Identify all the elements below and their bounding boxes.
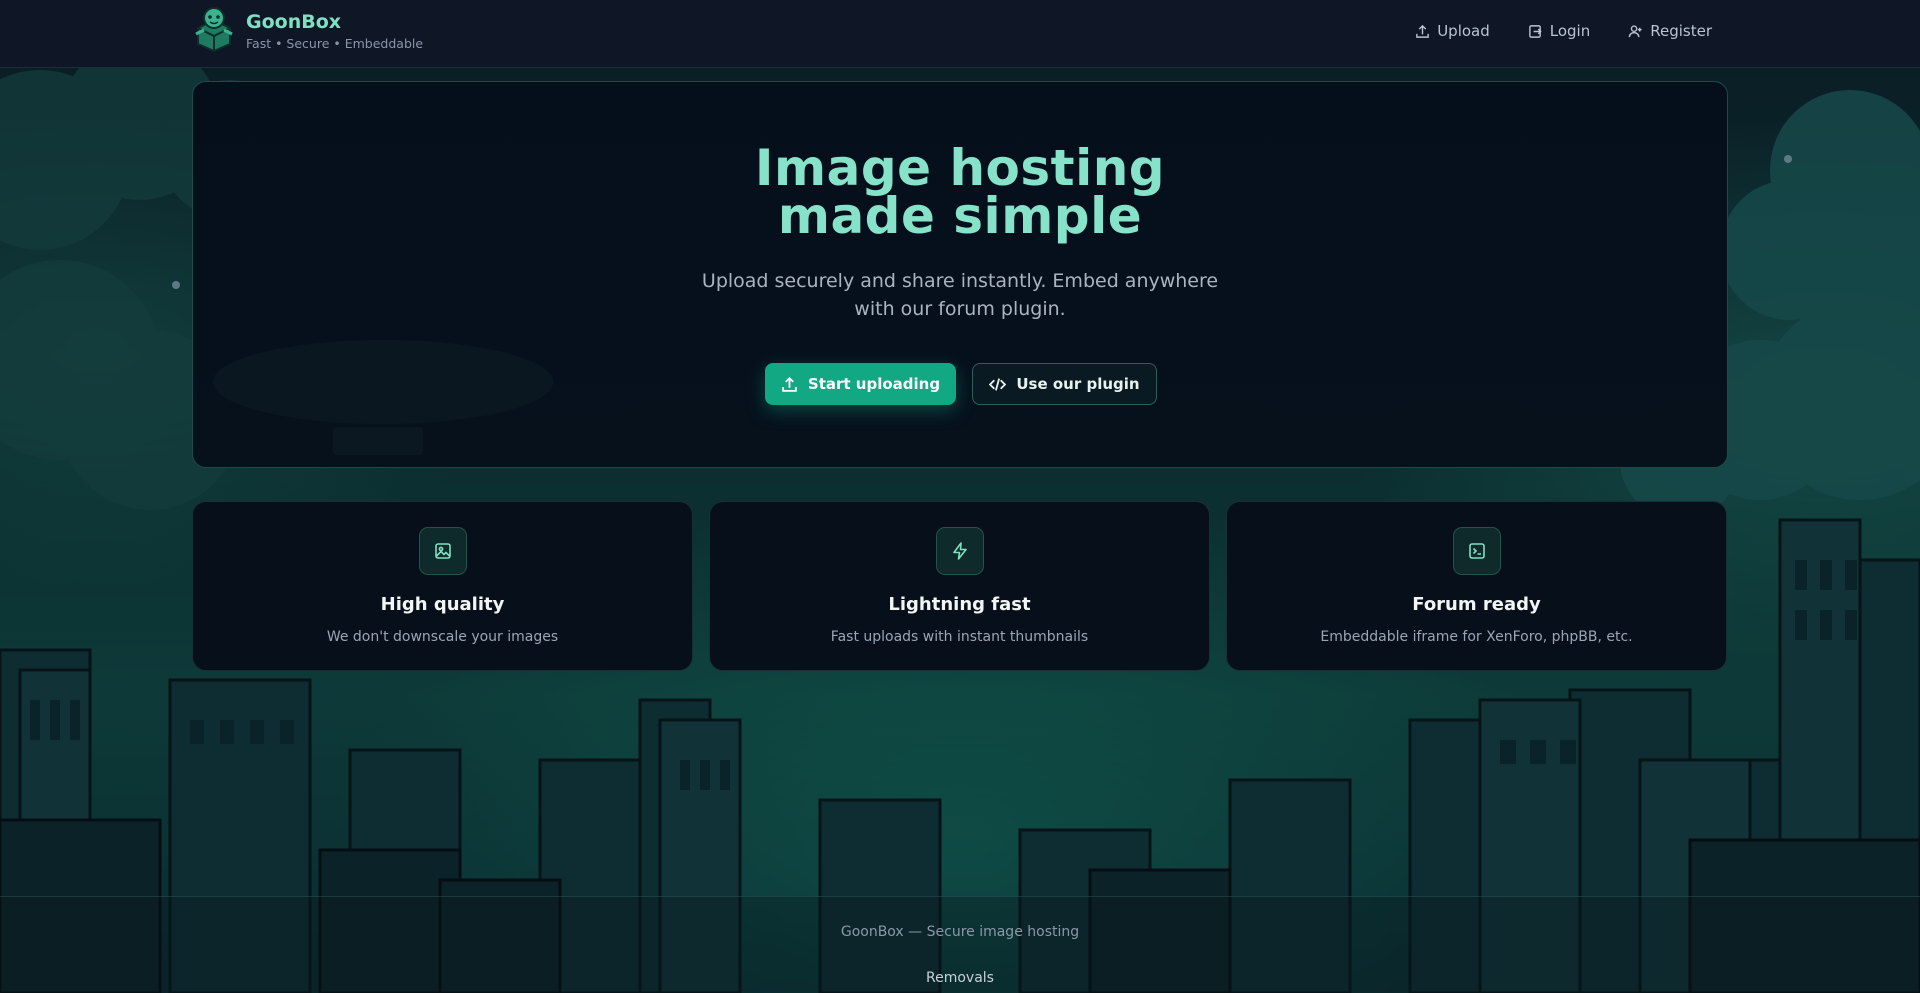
- hero-section: Image hosting made simple Upload securel…: [192, 81, 1728, 468]
- hero-title-line-2: made simple: [777, 187, 1143, 245]
- terminal-icon: [1468, 543, 1485, 559]
- feature-cards: High quality We don't downscale your ima…: [192, 501, 1727, 671]
- feature-card-forum-ready: Forum ready Embeddable iframe for XenFor…: [1226, 501, 1727, 671]
- top-header: GoonBox Fast • Secure • Embeddable Uploa…: [0, 0, 1920, 68]
- feature-card-lightning-fast: Lightning fast Fast uploads with instant…: [709, 501, 1210, 671]
- brand-tagline: Fast • Secure • Embeddable: [246, 36, 424, 51]
- blimp-silhouette: [213, 340, 553, 455]
- nav-login-link[interactable]: Login: [1528, 22, 1590, 40]
- login-icon: [1528, 24, 1542, 38]
- code-icon: [989, 377, 1007, 391]
- hero-title-line-1: Image hosting: [754, 139, 1166, 197]
- nav-upload-label: Upload: [1437, 22, 1490, 40]
- feature-title: Forum ready: [1412, 594, 1541, 615]
- start-uploading-button[interactable]: Start uploading: [765, 363, 956, 405]
- hero-subtitle-line-2: with our forum plugin.: [854, 298, 1066, 320]
- page-footer: GoonBox — Secure image hosting Removals: [0, 896, 1920, 993]
- start-uploading-label: Start uploading: [807, 375, 941, 393]
- hero-subtitle-line-1: Upload securely and share instantly. Emb…: [701, 270, 1219, 292]
- user-plus-icon: [1628, 24, 1642, 37]
- feature-description: Embeddable iframe for XenForo, phpBB, et…: [1320, 629, 1633, 645]
- removals-link[interactable]: Removals: [926, 970, 994, 986]
- use-plugin-button[interactable]: Use our plugin: [972, 363, 1157, 405]
- nav-upload-link[interactable]: Upload: [1415, 22, 1490, 40]
- nav-login-label: Login: [1549, 22, 1591, 40]
- feature-title: Lightning fast: [888, 594, 1031, 615]
- goonbox-mascot-logo: [195, 7, 233, 52]
- use-plugin-label: Use our plugin: [1016, 375, 1140, 393]
- brand[interactable]: GoonBox Fast • Secure • Embeddable: [192, 6, 423, 52]
- feature-card-high-quality: High quality We don't downscale your ima…: [192, 501, 693, 671]
- image-icon: [434, 543, 451, 559]
- feature-description: Fast uploads with instant thumbnails: [830, 629, 1089, 645]
- upload-icon: [782, 376, 797, 392]
- feature-title: High quality: [380, 594, 505, 615]
- feature-icon-badge: [418, 527, 467, 575]
- lightning-icon: [952, 542, 967, 560]
- hero-subtitle: Upload securely and share instantly. Emb…: [193, 267, 1727, 323]
- feature-icon-badge: [1452, 527, 1501, 575]
- nav-register-link[interactable]: Register: [1628, 22, 1712, 40]
- nav-register-label: Register: [1650, 22, 1712, 40]
- brand-name: GoonBox: [246, 11, 342, 33]
- upload-icon: [1416, 24, 1430, 38]
- hero-title: Image hosting made simple: [193, 139, 1727, 245]
- feature-description: We don't downscale your images: [326, 629, 559, 645]
- top-nav: Upload Login Register: [1415, 22, 1712, 40]
- footer-copyright: GoonBox — Secure image hosting: [840, 924, 1080, 940]
- feature-icon-badge: [935, 527, 984, 575]
